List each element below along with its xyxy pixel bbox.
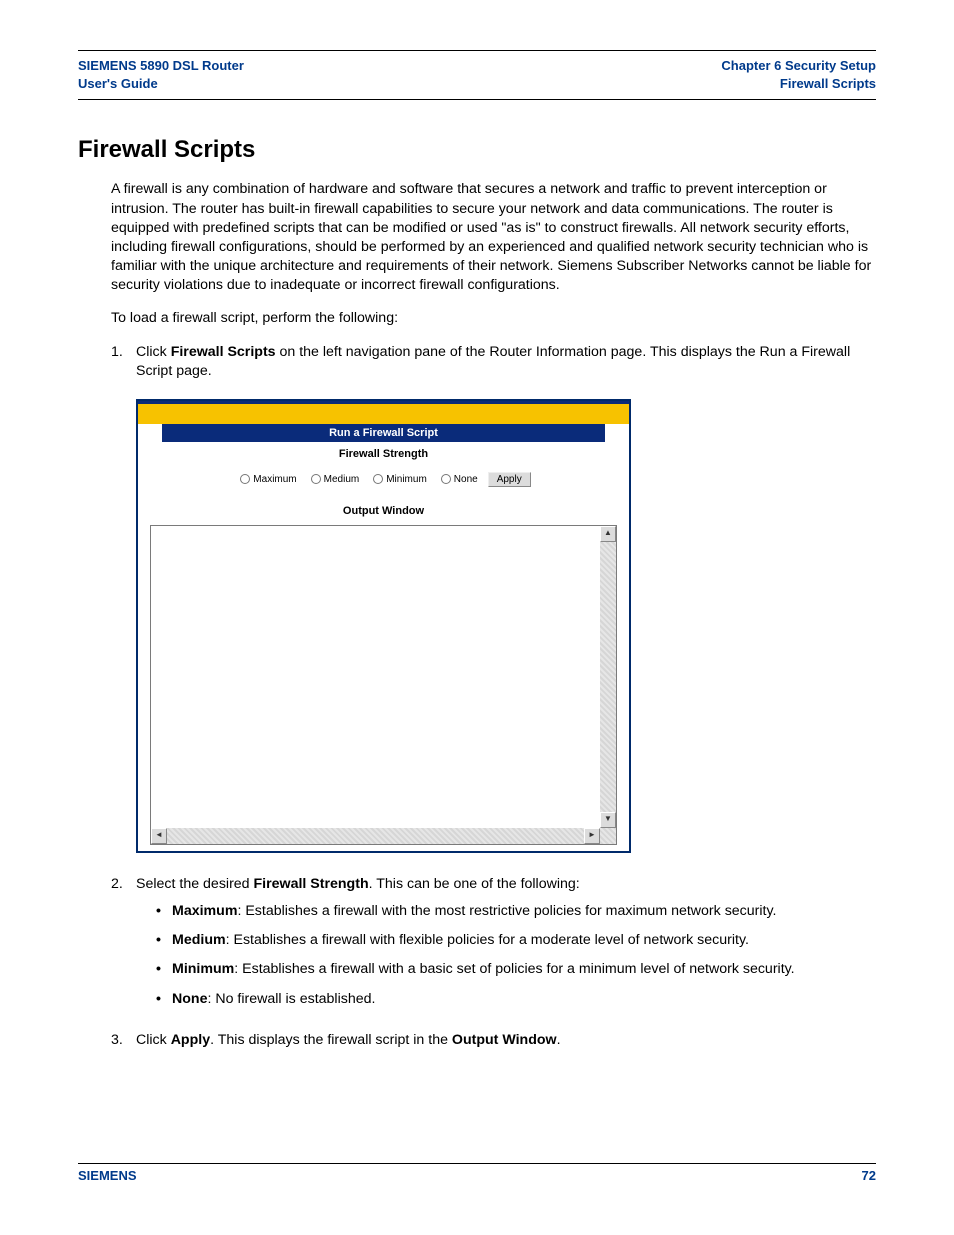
strength-heading: Firewall Strength — [150, 442, 617, 472]
radio-label: Minimum — [386, 474, 427, 485]
header-guide: User's Guide — [78, 75, 244, 93]
list-item: Minimum: Establishes a firewall with a b… — [156, 960, 876, 979]
apply-button[interactable]: Apply — [488, 472, 531, 487]
strength-radio-group: Maximum Medium Minimum None Apply — [150, 472, 617, 505]
radio-medium[interactable]: Medium — [307, 474, 364, 485]
list-item: Maximum: Establishes a firewall with the… — [156, 902, 876, 921]
strength-options-list: Maximum: Establishes a firewall with the… — [156, 902, 876, 1009]
step-text: Select the desired Firewall Strength. Th… — [136, 875, 876, 1019]
step-2: 2. Select the desired Firewall Strength.… — [111, 875, 876, 1019]
footer-rule — [78, 1163, 876, 1164]
page-title: Firewall Scripts — [78, 136, 876, 164]
list-item: Medium: Establishes a firewall with flex… — [156, 931, 876, 950]
scroll-up-icon[interactable]: ▲ — [600, 526, 616, 542]
step-number: 1. — [111, 343, 136, 381]
steps-list-cont: 2. Select the desired Firewall Strength.… — [111, 875, 876, 1050]
embedded-screenshot: Run a Firewall Script Firewall Strength … — [136, 399, 631, 853]
radio-minimum[interactable]: Minimum — [369, 474, 431, 485]
list-item: None: No firewall is established. — [156, 990, 876, 1009]
radio-maximum[interactable]: Maximum — [236, 474, 300, 485]
lead-paragraph: To load a firewall script, perform the f… — [111, 309, 876, 328]
radio-input-minimum[interactable] — [373, 474, 383, 484]
step-text: Click Firewall Scripts on the left navig… — [136, 343, 876, 381]
header-left: SIEMENS 5890 DSL Router User's Guide — [78, 57, 244, 93]
radio-label: Medium — [324, 474, 360, 485]
radio-input-maximum[interactable] — [240, 474, 250, 484]
footer-page-number: 72 — [862, 1168, 876, 1183]
radio-none[interactable]: None — [437, 474, 482, 485]
steps-list: 1. Click Firewall Scripts on the left na… — [111, 343, 876, 381]
radio-input-none[interactable] — [441, 474, 451, 484]
page-footer: SIEMENS 72 — [78, 1163, 876, 1183]
panel-title: Run a Firewall Script — [162, 424, 605, 442]
intro-paragraph: A firewall is any combination of hardwar… — [111, 180, 876, 295]
scroll-down-icon[interactable]: ▼ — [600, 812, 616, 828]
header-chapter: Chapter 6 Security Setup — [721, 57, 876, 75]
output-heading: Output Window — [150, 505, 617, 523]
radio-label: Maximum — [253, 474, 296, 485]
step-text: Click Apply. This displays the firewall … — [136, 1031, 876, 1050]
header-right: Chapter 6 Security Setup Firewall Script… — [721, 57, 876, 93]
footer-brand: SIEMENS — [78, 1168, 137, 1183]
header-section: Firewall Scripts — [721, 75, 876, 93]
step-3: 3. Click Apply. This displays the firewa… — [111, 1031, 876, 1050]
header-rule-bottom — [78, 99, 876, 100]
radio-label: None — [454, 474, 478, 485]
step-number: 2. — [111, 875, 136, 1019]
step-1: 1. Click Firewall Scripts on the left na… — [111, 343, 876, 381]
scrollbar-vertical[interactable]: ▲ ▼ — [600, 526, 616, 828]
step-number: 3. — [111, 1031, 136, 1050]
header-rule — [78, 50, 876, 51]
document-page: SIEMENS 5890 DSL Router User's Guide Cha… — [0, 0, 954, 1235]
scrollbar-horizontal[interactable]: ◄ ► — [151, 828, 616, 844]
scroll-right-icon[interactable]: ► — [584, 828, 600, 844]
radio-input-medium[interactable] — [311, 474, 321, 484]
header-product: SIEMENS 5890 DSL Router — [78, 57, 244, 75]
page-header: SIEMENS 5890 DSL Router User's Guide Cha… — [78, 57, 876, 93]
output-textarea[interactable]: ▲ ▼ ◄ ► — [150, 525, 617, 845]
scroll-left-icon[interactable]: ◄ — [151, 828, 167, 844]
screenshot-topbar — [138, 401, 629, 424]
